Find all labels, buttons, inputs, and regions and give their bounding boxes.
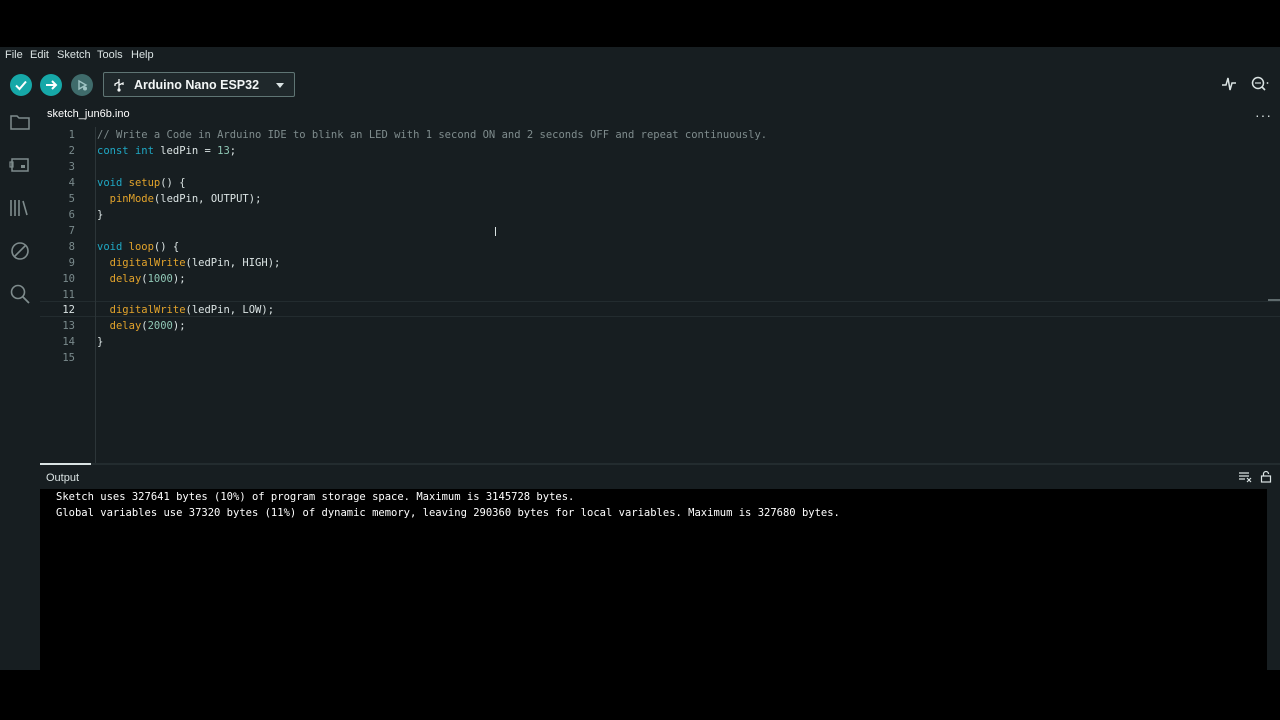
letterbox-top: [0, 0, 1280, 47]
line-number: 13: [62, 320, 75, 332]
code-line[interactable]: digitalWrite(ledPin, HIGH);: [97, 255, 281, 271]
clear-output-icon[interactable]: [1238, 471, 1252, 483]
line-number: 15: [62, 352, 75, 364]
mouse-cursor: [495, 227, 496, 236]
line-number: 6: [68, 209, 75, 221]
sidebar: [0, 105, 40, 670]
letterbox-bottom: [0, 670, 1280, 720]
serial-monitor-button[interactable]: [1250, 75, 1270, 93]
tab-sketch-file[interactable]: sketch_jun6b.ino: [40, 105, 137, 127]
toolbar: Arduino Nano ESP32: [0, 65, 1280, 105]
menu-file[interactable]: File: [5, 49, 23, 61]
output-tools: [1238, 470, 1272, 488]
serial-plotter-button[interactable]: [1221, 75, 1237, 93]
output-line: Global variables use 37320 bytes (11%) o…: [56, 507, 840, 519]
debug-disabled-icon[interactable]: [8, 239, 32, 263]
line-number: 1: [68, 129, 75, 141]
line-number: 5: [68, 193, 75, 205]
line-number: 9: [68, 257, 75, 269]
menu-sketch[interactable]: Sketch: [57, 49, 91, 61]
line-number-active: 12: [62, 304, 75, 316]
menu-tools[interactable]: Tools: [97, 49, 123, 61]
output-title[interactable]: Output: [46, 472, 79, 484]
boards-manager-icon[interactable]: [8, 153, 32, 177]
more-options-icon[interactable]: ···: [1255, 107, 1272, 123]
usb-icon: [114, 79, 124, 92]
code-editor[interactable]: 1 2 3 4 5 6 7 8 9 10 11 12 13 14 15 // W…: [40, 127, 1280, 463]
chevron-down-icon: [276, 83, 284, 88]
line-number: 7: [68, 225, 75, 237]
upload-button[interactable]: [40, 74, 62, 96]
code-line[interactable]: // Write a Code in Arduino IDE to blink …: [97, 127, 767, 143]
gutter-divider: [95, 127, 96, 463]
code-line[interactable]: void loop() {: [97, 239, 179, 255]
line-number: 14: [62, 336, 75, 348]
search-icon[interactable]: [8, 282, 32, 306]
menu-bar: File Edit Sketch Tools Help: [0, 47, 1280, 65]
code-line[interactable]: const int ledPin = 13;: [97, 143, 236, 159]
check-icon: [15, 80, 27, 91]
menu-edit[interactable]: Edit: [30, 49, 49, 61]
scrollbar-marker[interactable]: [1268, 299, 1280, 301]
output-line: Sketch uses 327641 bytes (10%) of progra…: [56, 491, 575, 503]
code-line[interactable]: delay(2000);: [97, 318, 186, 334]
library-manager-icon[interactable]: [8, 196, 32, 220]
menu-help[interactable]: Help: [131, 49, 154, 61]
line-number: 3: [68, 161, 75, 173]
debug-icon: [78, 79, 88, 91]
code-line[interactable]: pinMode(ledPin, OUTPUT);: [97, 191, 262, 207]
board-name: Arduino Nano ESP32: [134, 78, 260, 92]
line-number: 4: [68, 177, 75, 189]
board-selector[interactable]: Arduino Nano ESP32: [103, 72, 295, 97]
code-line[interactable]: void setup() {: [97, 175, 186, 191]
code-line[interactable]: }: [97, 207, 103, 223]
debug-button[interactable]: [71, 74, 93, 96]
line-number: 10: [62, 273, 75, 285]
lock-icon[interactable]: [1260, 470, 1272, 483]
arduino-ide-window: File Edit Sketch Tools Help Arduino Nano…: [0, 47, 1280, 670]
line-number: 2: [68, 145, 75, 157]
output-header: Output: [40, 465, 1280, 489]
code-line[interactable]: digitalWrite(ledPin, LOW);: [97, 302, 274, 318]
code-line[interactable]: delay(1000);: [97, 271, 186, 287]
verify-button[interactable]: [10, 74, 32, 96]
arrow-right-icon: [46, 80, 58, 90]
sketchbook-folder-icon[interactable]: [8, 110, 32, 134]
line-number: 11: [62, 289, 75, 301]
code-line[interactable]: }: [97, 334, 103, 350]
line-number: 8: [68, 241, 75, 253]
editor-tab-bar: sketch_jun6b.ino ···: [40, 105, 1280, 127]
output-scrollbar[interactable]: [1267, 489, 1280, 670]
output-console[interactable]: Sketch uses 327641 bytes (10%) of progra…: [40, 489, 1267, 670]
